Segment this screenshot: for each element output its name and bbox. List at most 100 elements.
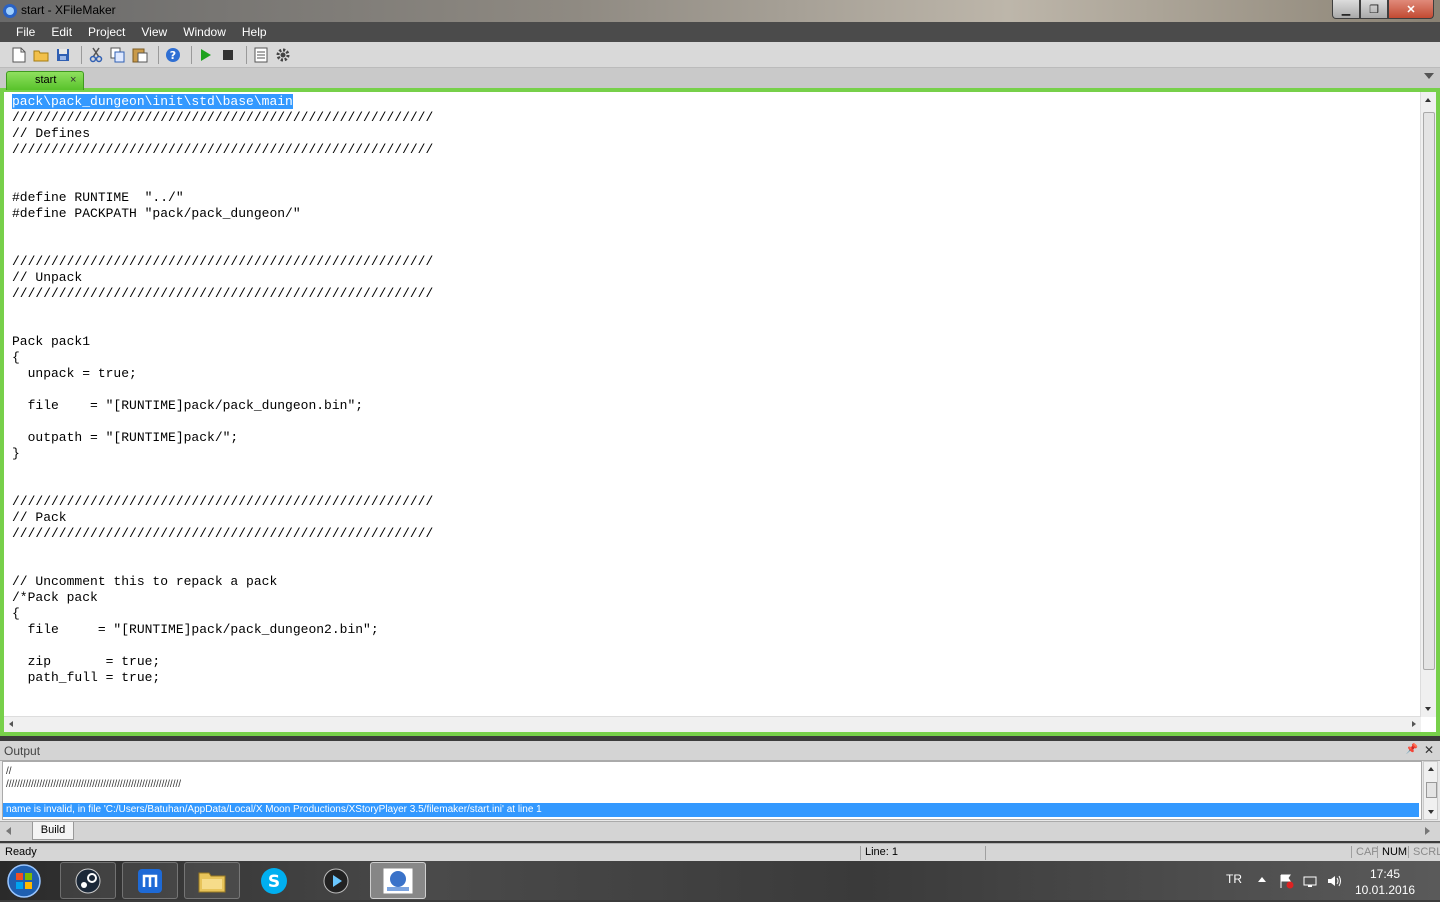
- menu-bar: File Edit Project View Window Help: [0, 22, 1440, 42]
- tab-list-dropdown-icon[interactable]: [1424, 73, 1434, 79]
- file-list-button[interactable]: [252, 46, 270, 64]
- code-line: file = "[RUNTIME]pack/pack_dungeon.bin";: [12, 398, 364, 413]
- cut-icon: [89, 47, 103, 62]
- tab-close-icon[interactable]: ×: [70, 74, 76, 86]
- paste-button[interactable]: [131, 46, 149, 64]
- save-button[interactable]: [54, 46, 72, 64]
- taskbar-xfilemaker[interactable]: [370, 862, 426, 899]
- stop-button[interactable]: [219, 46, 237, 64]
- title-bar[interactable]: start - XFileMaker ▁ ❐ ✕: [0, 0, 1440, 22]
- output-line: //: [6, 766, 12, 777]
- window-title: start - XFileMaker: [21, 3, 116, 17]
- cut-button[interactable]: [87, 46, 105, 64]
- editor-horizontal-scrollbar[interactable]: [4, 716, 1421, 732]
- output-error-line[interactable]: name is invalid, in file 'C:/Users/Batuh…: [3, 803, 1419, 817]
- settings-button[interactable]: [274, 46, 292, 64]
- scroll-down-arrow-icon[interactable]: [1428, 810, 1434, 814]
- code-line: ////////////////////////////////////////…: [12, 110, 434, 125]
- save-icon: [57, 48, 69, 61]
- output-vertical-scrollbar[interactable]: [1423, 761, 1438, 820]
- tab-scroll-left-icon[interactable]: [6, 827, 11, 835]
- menu-window[interactable]: Window: [175, 22, 234, 42]
- language-indicator[interactable]: TR: [1226, 872, 1242, 886]
- taskbar-maxthon[interactable]: [122, 862, 178, 899]
- menu-file[interactable]: File: [8, 22, 43, 42]
- code-line: pack\pack_dungeon\init\std\base\main: [12, 94, 433, 110]
- scroll-up-arrow-icon[interactable]: [1425, 98, 1431, 102]
- open-folder-icon: [33, 50, 49, 61]
- code-text: pack\pack_dungeon\init\std\base\main////…: [12, 94, 433, 686]
- tab-scroll-right-icon[interactable]: [1425, 827, 1430, 835]
- code-line: file = "[RUNTIME]pack/pack_dungeon2.bin"…: [12, 622, 379, 637]
- code-line: // Defines: [12, 126, 91, 141]
- steam-icon: [75, 868, 101, 893]
- scroll-down-arrow-icon[interactable]: [1425, 707, 1431, 711]
- code-editor[interactable]: pack\pack_dungeon\init\std\base\main////…: [4, 92, 1436, 732]
- scroll-up-arrow-icon[interactable]: [1428, 767, 1434, 771]
- editor-vertical-scrollbar[interactable]: [1420, 92, 1436, 717]
- show-hidden-icons-icon[interactable]: [1258, 877, 1266, 882]
- close-button[interactable]: ✕: [1388, 0, 1434, 19]
- tab-build[interactable]: Build: [32, 822, 74, 840]
- taskbar-explorer[interactable]: [184, 862, 240, 899]
- menu-view[interactable]: View: [133, 22, 175, 42]
- maxthon-icon: [138, 868, 162, 893]
- menu-help[interactable]: Help: [234, 22, 275, 42]
- tab-start[interactable]: start ×: [6, 71, 84, 90]
- clock[interactable]: 17:45 10.01.2016: [1355, 866, 1415, 898]
- windows-start-icon: [7, 864, 41, 898]
- scroll-thumb[interactable]: [1423, 112, 1435, 670]
- tab-label: start: [35, 74, 57, 86]
- status-ready: Ready: [5, 846, 37, 858]
- start-button[interactable]: [5, 863, 43, 899]
- scroll-thumb[interactable]: [1426, 782, 1437, 798]
- stop-icon: [223, 49, 233, 60]
- network-icon[interactable]: [1302, 873, 1318, 889]
- scroll-left-arrow-icon[interactable]: [9, 721, 13, 727]
- paste-icon: [132, 48, 148, 62]
- output-panel: Output 📌 ✕ // //////////////////////////…: [0, 741, 1440, 841]
- volume-icon[interactable]: [1326, 873, 1342, 889]
- toolbar-separator: [246, 45, 247, 64]
- code-line: unpack = true;: [12, 366, 137, 381]
- menu-project[interactable]: Project: [80, 22, 133, 42]
- code-line: {: [12, 350, 20, 365]
- code-line: ////////////////////////////////////////…: [12, 494, 434, 509]
- code-line: ////////////////////////////////////////…: [12, 142, 434, 157]
- taskbar-steam[interactable]: [60, 862, 116, 899]
- menu-edit[interactable]: Edit: [43, 22, 80, 42]
- status-line: Line: 1: [860, 846, 983, 860]
- status-separator: [985, 846, 986, 860]
- pin-icon[interactable]: 📌: [1406, 744, 1418, 755]
- help-button[interactable]: ?: [164, 46, 182, 64]
- scroll-right-arrow-icon[interactable]: [1412, 721, 1416, 727]
- open-button[interactable]: [32, 46, 50, 64]
- taskbar-media-player[interactable]: [308, 862, 364, 899]
- code-line: path_full = true;: [12, 670, 161, 685]
- maximize-button[interactable]: ❐: [1360, 0, 1388, 19]
- code-line: // Unpack: [12, 270, 83, 285]
- output-log[interactable]: // /////////////////////////////////////…: [2, 761, 1422, 820]
- media-player-icon: [323, 868, 349, 893]
- output-header: Output 📌 ✕: [0, 741, 1440, 761]
- output-close-icon[interactable]: ✕: [1424, 743, 1434, 757]
- run-button[interactable]: [197, 46, 215, 64]
- new-file-button[interactable]: [10, 46, 28, 64]
- code-line: ////////////////////////////////////////…: [12, 286, 434, 301]
- taskbar-skype[interactable]: S: [246, 862, 302, 899]
- copy-button[interactable]: [109, 46, 127, 64]
- settings-gear-icon: [276, 48, 290, 61]
- code-line: }: [12, 446, 20, 461]
- minimize-button[interactable]: ▁: [1332, 0, 1360, 19]
- toolbar-separator: [191, 45, 192, 64]
- action-center-flag-icon[interactable]: [1278, 873, 1294, 889]
